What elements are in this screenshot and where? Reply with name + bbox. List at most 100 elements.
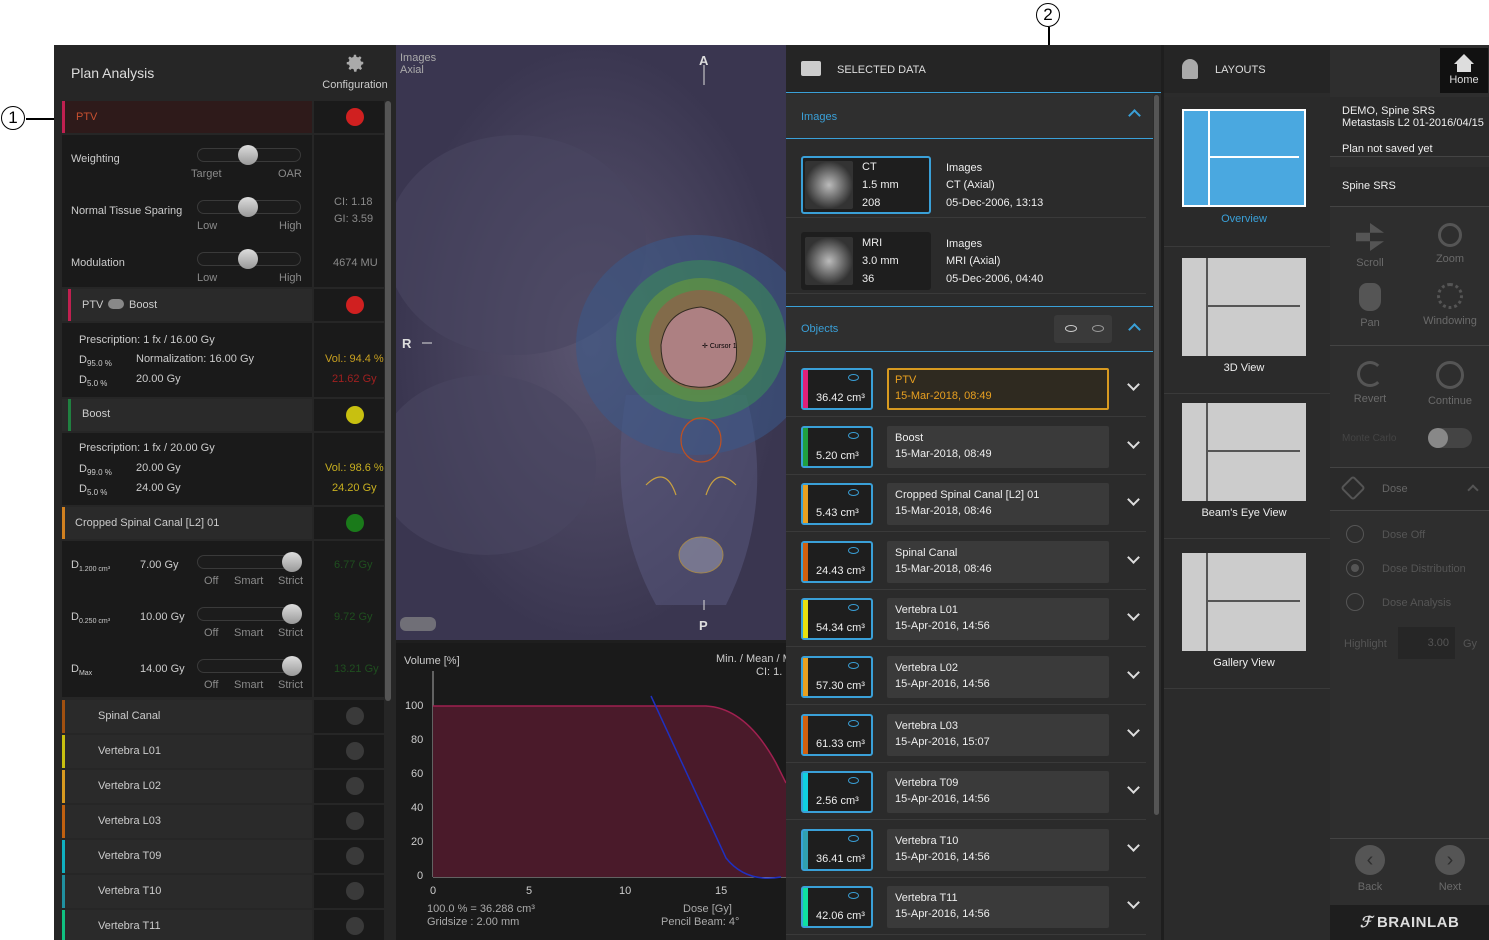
nts-slider[interactable] — [197, 197, 301, 217]
dose-analysis-radio[interactable] — [1346, 593, 1364, 611]
constraint-option[interactable]: Off — [204, 575, 218, 587]
layout-label: Beam's Eye View — [1201, 507, 1287, 519]
continue-button[interactable]: Continue — [1410, 361, 1489, 407]
home-button[interactable]: Home — [1440, 48, 1488, 93]
image-thumbnail — [805, 161, 853, 209]
panel-title: Plan Analysis — [71, 65, 155, 81]
dvh-foot-c: Dose [Gy] — [683, 903, 732, 915]
object-date: 15-Mar-2018, 08:49 — [895, 447, 992, 460]
object-volume: 61.33 cm³ — [816, 737, 865, 750]
constraint-slider-knob[interactable] — [282, 656, 302, 676]
object-color-bar — [803, 658, 808, 696]
structure-label: Vertebra L02 — [98, 780, 161, 792]
scroll-tool[interactable]: Scroll — [1330, 223, 1410, 269]
visibility-eye-icon[interactable] — [848, 834, 859, 842]
constraint-slider[interactable] — [197, 552, 302, 572]
dose-distribution-radio-dot — [1351, 564, 1359, 572]
weighting-slider[interactable] — [197, 145, 301, 165]
ptv-d95-d: D — [79, 354, 87, 366]
dose-off-label: Dose Off — [1382, 529, 1426, 541]
layout-grid-icon-h — [1206, 600, 1301, 603]
home-label: Home — [1449, 74, 1479, 86]
ptv-d5-sub: 5.0 % — [86, 379, 108, 389]
nts-right-label: High — [279, 220, 302, 232]
constraint-slider[interactable] — [197, 604, 302, 624]
back-icon: ‹ — [1355, 845, 1385, 875]
boost-d5-value: 24.00 Gy — [136, 482, 181, 494]
constraint-option[interactable]: Strict — [278, 575, 303, 587]
object-volume: 54.34 cm³ — [816, 622, 865, 635]
images-section-header[interactable] — [786, 94, 1153, 139]
constraint-slider-knob[interactable] — [282, 604, 302, 624]
object-date: 15-Apr-2016, 14:56 — [895, 908, 990, 921]
orientation-top: A — [699, 53, 709, 68]
sd-title: SELECTED DATA — [837, 64, 926, 76]
left-scrollbar[interactable] — [385, 101, 391, 701]
constraint-slider[interactable] — [197, 656, 302, 676]
cursor-marker[interactable]: ✛ Cursor 1 — [702, 342, 737, 350]
scroll-icon — [1356, 223, 1384, 251]
canal-status-dot — [346, 514, 364, 532]
constraint-option[interactable]: Smart — [234, 627, 263, 639]
dvh-xtick-15: 15 — [715, 885, 728, 897]
canal-color-bar — [62, 507, 65, 539]
modulation-slider-knob[interactable] — [238, 249, 258, 269]
highlight-input[interactable]: 3.00 — [1398, 627, 1455, 659]
constraint-option[interactable]: Smart — [234, 575, 263, 587]
modulation-slider[interactable] — [197, 249, 301, 269]
back-button[interactable]: ‹ Back — [1330, 845, 1410, 893]
constraint-option[interactable]: Smart — [234, 679, 263, 691]
pan-icon — [1359, 283, 1381, 311]
constraint-option[interactable]: Strict — [278, 679, 303, 691]
object-date: 15-Apr-2016, 14:56 — [895, 678, 990, 690]
dvh-ytick-80: 80 — [411, 734, 424, 746]
layout-grid-icon-h — [1206, 305, 1301, 308]
dose-distribution-radio[interactable] — [1346, 559, 1364, 577]
axial-image-view[interactable]: Images Axial A P R ✛ Cursor 1 — [396, 45, 786, 640]
monte-carlo-toggle[interactable] — [1428, 428, 1472, 448]
object-volume: 5.20 cm³ — [816, 449, 859, 462]
configuration-button[interactable]: Configuration — [316, 49, 394, 97]
revert-button[interactable]: Revert — [1330, 361, 1410, 405]
weighting-slider-knob[interactable] — [238, 145, 258, 165]
constraint-sub: 1.200 cm³ — [78, 566, 111, 574]
configuration-label: Configuration — [322, 79, 388, 91]
back-label: Back — [1357, 881, 1383, 893]
object-color-bar — [803, 370, 808, 408]
next-button[interactable]: › Next — [1410, 845, 1489, 893]
toggle-icon[interactable] — [108, 299, 124, 309]
constraint-d: D — [71, 611, 79, 623]
image-thumbnail — [805, 237, 853, 285]
zoom-tool[interactable]: Zoom — [1410, 223, 1489, 265]
ptv-row[interactable] — [62, 101, 312, 133]
right-panel: Home DEMO, Spine SRS Metastasis L2 01-20… — [1330, 45, 1489, 940]
visibility-eye-icon[interactable] — [848, 431, 859, 439]
constraint-option[interactable]: Off — [204, 627, 218, 639]
visibility-eye-icon[interactable] — [848, 374, 859, 381]
plan-analysis-panel: Plan Analysis Configuration PTV Weightin… — [54, 45, 396, 940]
dose-off-radio[interactable] — [1346, 525, 1364, 543]
visibility-eye-icon[interactable] — [848, 546, 859, 554]
object-date: 15-Mar-2018, 08:46 — [895, 562, 992, 575]
ptv-prescription: Prescription: 1 fx / 16.00 Gy — [79, 334, 215, 346]
modulation-right-label: High — [279, 272, 302, 284]
layout-label: 3D View — [1223, 362, 1265, 374]
zoom-label: Zoom — [1435, 253, 1465, 265]
sd-scrollbar[interactable] — [1154, 95, 1159, 815]
object-info[interactable] — [887, 368, 1109, 410]
ptv-d95-label: D95.0 % — [79, 354, 112, 368]
visibility-eye-icon[interactable] — [848, 719, 859, 727]
structure-color-bar — [62, 700, 65, 733]
constraint-option[interactable]: Off — [204, 679, 218, 691]
orientation-bottom: P — [699, 618, 708, 633]
windowing-tool[interactable]: Windowing — [1410, 283, 1489, 327]
constraint-option[interactable]: Strict — [278, 627, 303, 639]
continue-icon — [1436, 361, 1464, 389]
visibility-eye-icon[interactable] — [848, 662, 859, 669]
dvh-ytick-0: 0 — [417, 870, 424, 882]
dvh-ytick-40: 40 — [411, 802, 424, 814]
nts-slider-knob[interactable] — [238, 197, 258, 217]
constraint-slider-knob[interactable] — [282, 552, 302, 572]
pan-tool[interactable]: Pan — [1330, 283, 1410, 329]
canal-label: Cropped Spinal Canal [L2] 01 — [75, 517, 220, 529]
